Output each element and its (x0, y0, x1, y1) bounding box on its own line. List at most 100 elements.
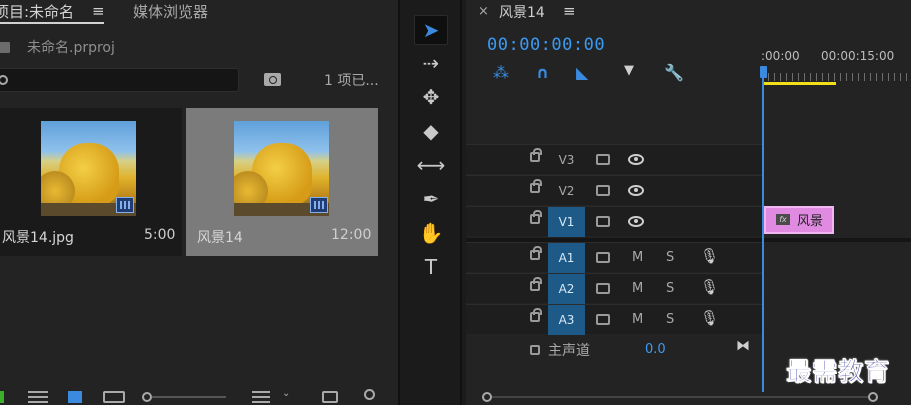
linked-selection-icon[interactable]: ◣ (576, 63, 588, 82)
ruler-label: :00:00 (761, 49, 800, 63)
solo-button[interactable]: S (666, 312, 674, 327)
track-lock-icon[interactable] (530, 210, 542, 224)
razor-tool-icon[interactable]: ◆ (414, 116, 448, 146)
sync-lock-icon[interactable] (596, 314, 610, 325)
sync-lock-icon[interactable] (596, 216, 610, 227)
project-footer: ⌄ (0, 385, 398, 405)
icon-view-icon[interactable] (68, 391, 82, 403)
mute-button[interactable]: M (632, 281, 643, 296)
project-panel: 项目:未命名 ≡ 媒体浏览器 未命名.prproj 1 项已... 风景14.j… (0, 0, 398, 405)
sync-lock-icon[interactable] (596, 252, 610, 263)
sequence-tab-title[interactable]: 风景14 (499, 2, 545, 22)
project-items-grid: 风景14.jpg 5:00 风景14 12:00 (0, 108, 398, 256)
go-to-in-out-icon[interactable]: ⧓ (736, 338, 750, 354)
search-input[interactable] (0, 68, 239, 92)
work-area-bar[interactable] (762, 82, 836, 85)
item-duration: 5:00 (144, 227, 176, 243)
playhead-handle[interactable] (760, 66, 767, 78)
lock-bin-icon[interactable] (0, 391, 4, 403)
time-ruler[interactable] (762, 67, 911, 82)
tools-panel: ➤ ⇢ ✥ ◆ ⟷ ✒ ✋ T (398, 0, 462, 405)
timeline-settings-wrench-icon[interactable]: 🔧 (664, 63, 684, 82)
add-marker-icon[interactable]: ▼ (624, 63, 634, 78)
track-lock-icon[interactable] (530, 148, 542, 162)
hand-tool-icon[interactable]: ✋ (414, 218, 448, 248)
mute-button[interactable]: M (632, 312, 643, 327)
solo-button[interactable]: S (666, 281, 674, 296)
tab-project[interactable]: 项目:未命名 (0, 0, 74, 24)
track-lock-icon[interactable] (530, 179, 542, 193)
snap-icon[interactable]: ∩ (536, 63, 549, 82)
item-name: 风景14 (197, 230, 243, 246)
voiceover-mic-icon[interactable]: 🎙 (700, 247, 719, 265)
clip-name: 风景 (797, 214, 824, 229)
find-bin-icon[interactable] (264, 73, 281, 86)
watermark-logo: 最需教育 (786, 357, 891, 387)
playhead-line[interactable] (762, 78, 764, 392)
track-label[interactable]: V3 (548, 145, 585, 175)
toggle-output-eye-icon[interactable] (628, 216, 644, 227)
tab-media-browser[interactable]: 媒体浏览器 (133, 0, 208, 24)
items-count: 1 项已... (324, 73, 379, 89)
freeform-view-icon[interactable] (103, 391, 125, 403)
sync-lock-icon[interactable] (596, 154, 610, 165)
project-file-icon (0, 42, 10, 53)
voiceover-mic-icon[interactable]: 🎙 (700, 278, 719, 296)
scrollbar-track[interactable] (492, 396, 868, 398)
panel-menu-icon[interactable]: ≡ (563, 2, 576, 20)
track-lock-icon[interactable] (530, 277, 542, 291)
voiceover-mic-icon[interactable]: 🎙 (700, 309, 719, 327)
project-search-row: 1 项已... (0, 66, 398, 96)
timeline-clip[interactable]: fx 风景 (764, 206, 834, 234)
panel-menu-icon[interactable]: ≡ (92, 2, 105, 20)
item-name: 风景14.jpg (2, 230, 74, 246)
track-label-targeted[interactable]: A2 (548, 274, 585, 304)
track-header-v3: V3 (466, 144, 762, 174)
sync-lock-icon[interactable] (596, 185, 610, 196)
track-lock-icon[interactable] (530, 308, 542, 322)
project-item-selected[interactable]: 风景14 12:00 (186, 108, 378, 256)
list-view-icon[interactable] (28, 391, 48, 403)
close-sequence-icon[interactable]: × (478, 4, 489, 19)
mute-button[interactable]: M (632, 250, 643, 265)
nest-sequence-icon[interactable]: ⁂ (493, 63, 509, 82)
project-file-name: 未命名.prproj (27, 40, 115, 56)
sync-lock-icon[interactable] (596, 283, 610, 294)
project-tab-bar: 项目:未命名 ≡ 媒体浏览器 (0, 0, 398, 26)
track-label[interactable]: V2 (548, 176, 585, 206)
timeline-panel: × 风景14 ≡ 00:00:00:00 ⁂ ∩ ◣ ▼ 🔧 :00:00 00… (466, 0, 911, 405)
ripple-edit-tool-icon[interactable]: ✥ (414, 82, 448, 112)
sequence-badge-icon (310, 197, 328, 213)
track-select-forward-tool-icon[interactable]: ⇢ (414, 48, 448, 78)
fx-badge-icon: fx (776, 214, 790, 225)
track-header-a1: A1 M S 🎙 (466, 242, 762, 273)
track-label-targeted[interactable]: A1 (548, 243, 585, 273)
toggle-output-eye-icon[interactable] (628, 185, 644, 196)
selection-tool-icon[interactable]: ➤ (414, 15, 448, 45)
track-header-a3: A3 M S 🎙 (466, 304, 762, 335)
find-icon[interactable] (364, 389, 375, 400)
search-icon (0, 75, 8, 85)
project-item[interactable]: 风景14.jpg 5:00 (0, 108, 182, 256)
sort-dropdown-chevron-icon[interactable]: ⌄ (282, 388, 290, 399)
master-volume-value[interactable]: 0.0 (645, 342, 666, 357)
zoom-slider-handle[interactable] (142, 392, 152, 402)
toggle-output-eye-icon[interactable] (628, 154, 644, 165)
track-header-v2: V2 (466, 175, 762, 205)
automate-sequence-icon[interactable] (322, 391, 338, 403)
track-lock-icon[interactable] (530, 246, 542, 260)
timeline-zoom-scrollbar[interactable] (482, 391, 882, 403)
slip-tool-icon[interactable]: ⟷ (414, 150, 448, 180)
type-tool-icon[interactable]: T (414, 252, 448, 282)
scrollbar-left-handle[interactable] (482, 392, 492, 402)
track-label-targeted[interactable]: V1 (548, 207, 585, 237)
scrollbar-right-handle[interactable] (868, 392, 878, 402)
master-lock-icon[interactable] (530, 345, 540, 355)
track-header-a2: A2 M S 🎙 (466, 273, 762, 304)
track-label-targeted[interactable]: A3 (548, 305, 585, 335)
solo-button[interactable]: S (666, 250, 674, 265)
pen-tool-icon[interactable]: ✒ (414, 184, 448, 214)
sort-icon[interactable] (252, 391, 270, 403)
zoom-slider-track[interactable] (152, 396, 226, 398)
playhead-timecode[interactable]: 00:00:00:00 (487, 35, 605, 55)
